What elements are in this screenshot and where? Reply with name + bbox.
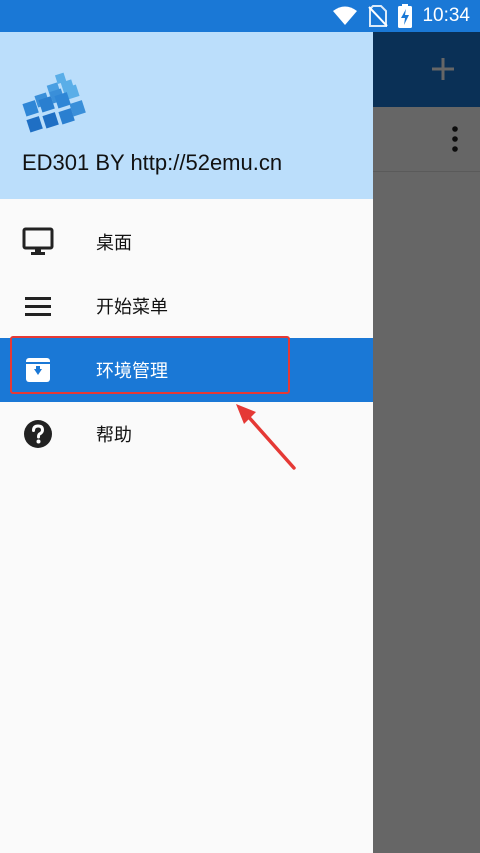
- no-sim-icon: [368, 5, 389, 27]
- drawer-item-start-menu[interactable]: 开始菜单: [0, 274, 373, 338]
- drawer-item-label: 桌面: [96, 233, 132, 254]
- status-icons: 10:34: [332, 0, 470, 32]
- status-bar: 10:34: [0, 0, 480, 32]
- battery-charging-icon: [398, 4, 413, 28]
- drawer-header: ED301 BY http://52emu.cn: [0, 32, 373, 199]
- app-logo-icon: [22, 72, 86, 133]
- annotation-highlight-box: [10, 336, 290, 394]
- drawer-item-label: 开始菜单: [96, 297, 168, 318]
- drawer-item-desktop[interactable]: 桌面: [0, 210, 373, 274]
- annotation-arrow-icon: [236, 404, 296, 470]
- drawer-header-title: ED301 BY http://52emu.cn: [22, 150, 283, 175]
- monitor-icon: [22, 226, 54, 258]
- help-circle-icon: [22, 418, 54, 450]
- drawer-item-label: 帮助: [96, 425, 132, 446]
- menu-lines-icon: [22, 290, 54, 322]
- wifi-icon: [333, 6, 358, 25]
- navigation-drawer: ED301 BY http://52emu.cn 桌面 开始菜单 环境管理 帮助: [0, 32, 373, 853]
- drawer-item-help[interactable]: 帮助: [0, 402, 373, 466]
- status-time: 10:34: [422, 5, 470, 26]
- screen: 10:34 ED301 BY http://52emu.cn 桌面 开始菜单 环…: [0, 0, 480, 853]
